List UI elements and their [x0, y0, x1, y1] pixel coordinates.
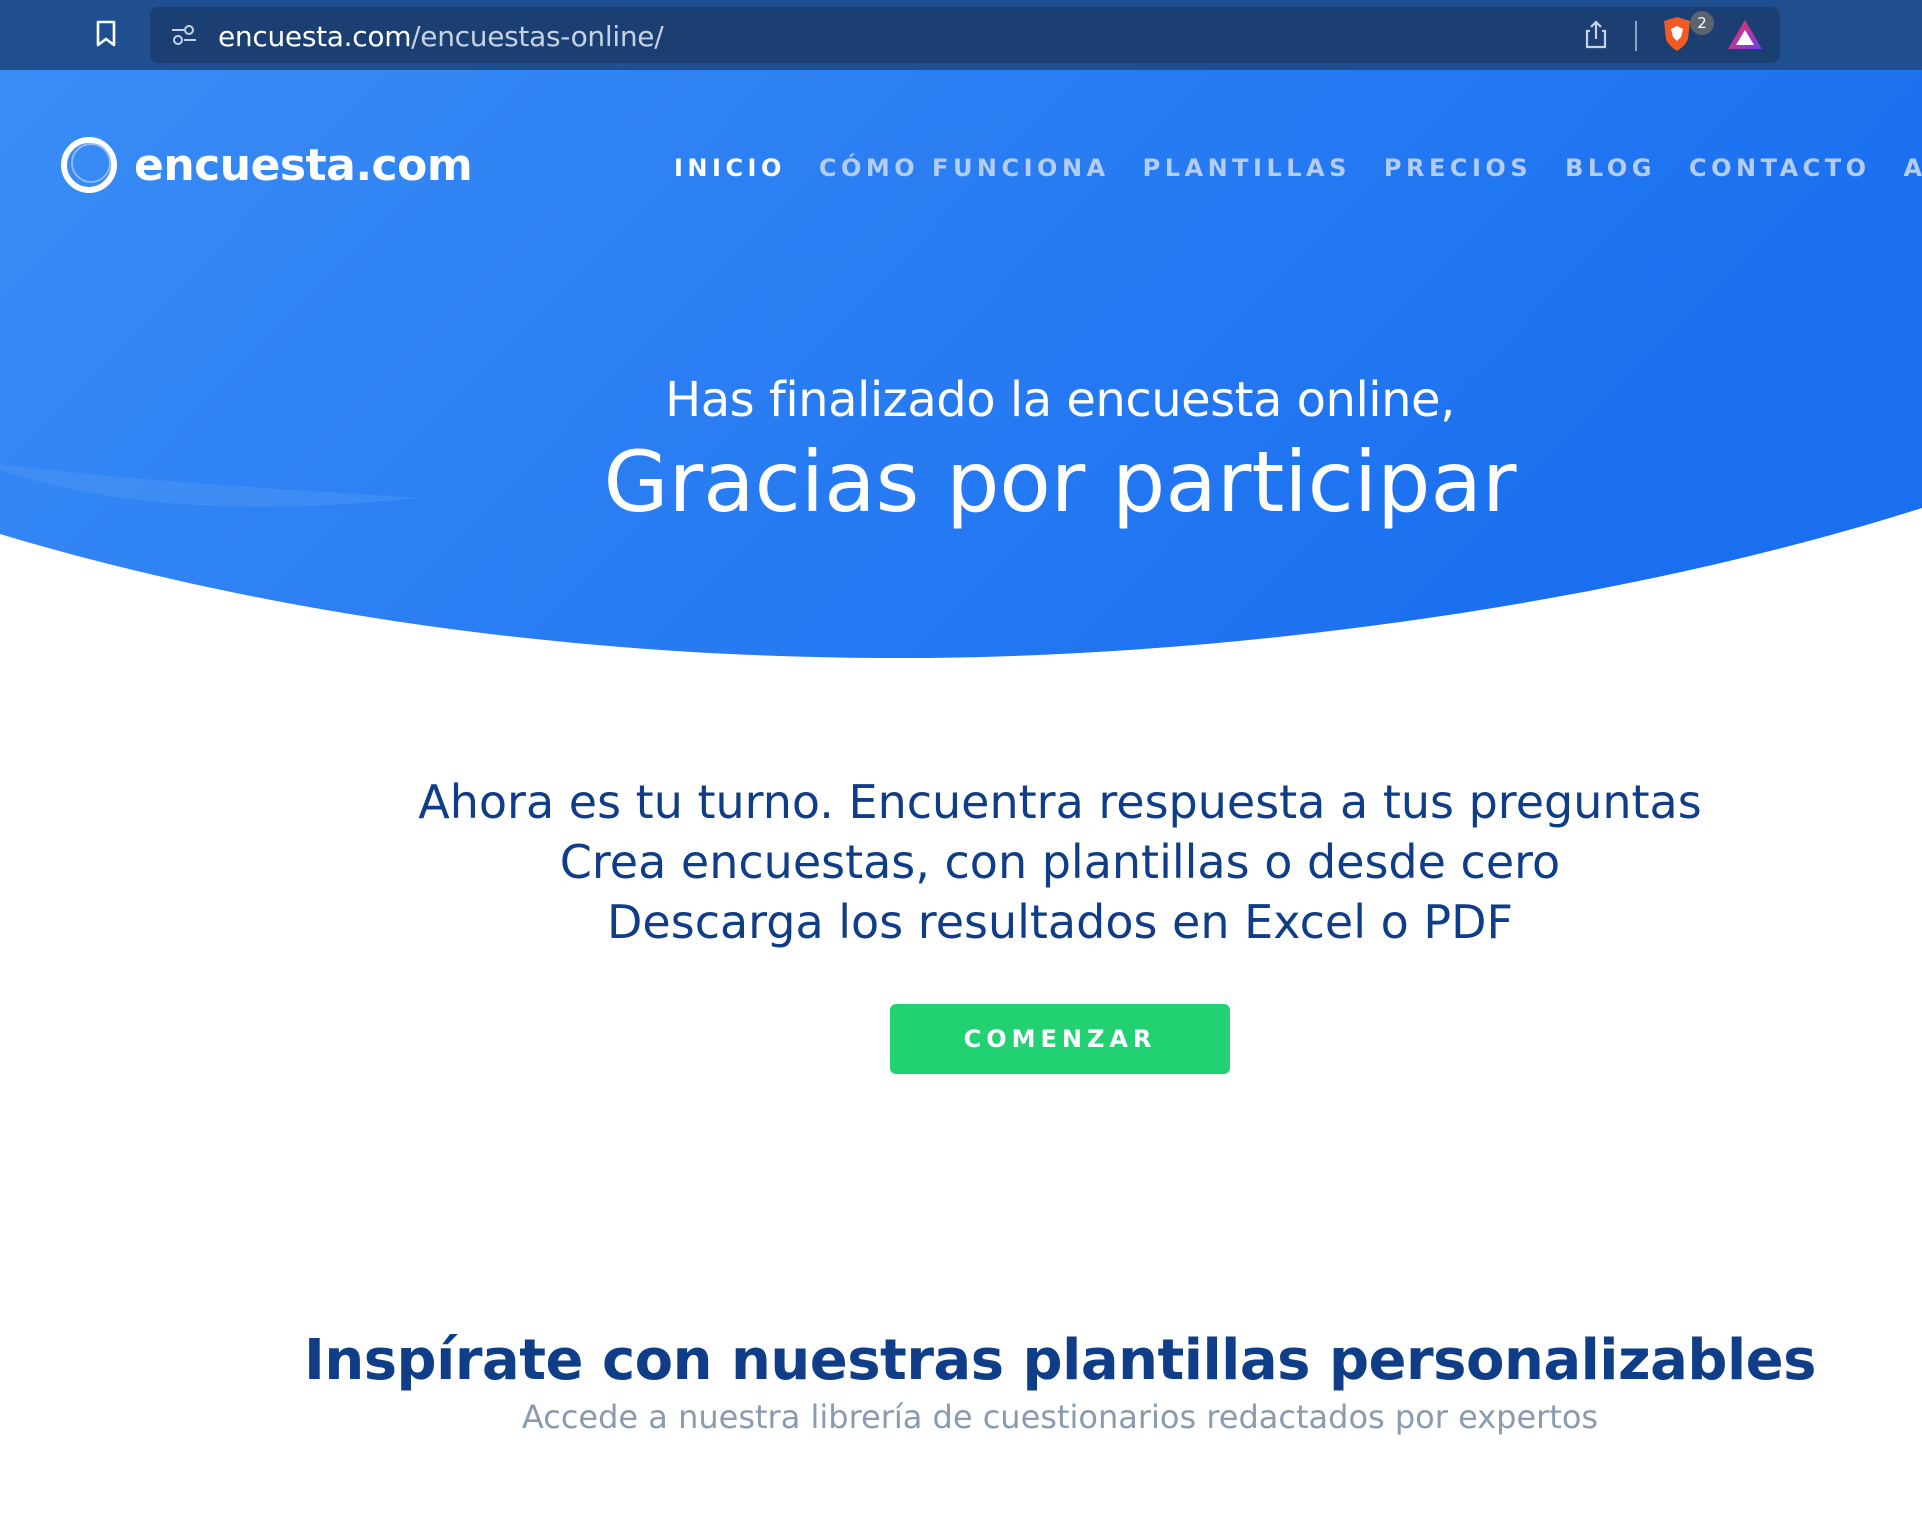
brave-rewards-icon[interactable] [1725, 17, 1765, 53]
logo-text: encuesta.com [134, 139, 473, 191]
brave-shield-icon[interactable]: 2 [1660, 11, 1714, 55]
address-bar[interactable]: encuesta.com/encuestas-online/ 2 [150, 7, 1780, 63]
nav-item-blog[interactable]: BLOG [1565, 154, 1656, 182]
url-host: encuesta.com [218, 20, 412, 53]
hero-section: encuesta.com INICIO CÓMO FUNCIONA PLANTI… [0, 70, 1922, 670]
templates-section-title: Inspírate con nuestras plantillas person… [304, 1328, 1816, 1393]
url-text[interactable]: encuesta.com/encuestas-online/ [218, 20, 664, 53]
logo-ring-icon [61, 137, 117, 193]
nav-item-plantillas[interactable]: PLANTILLAS [1143, 154, 1351, 182]
shield-count-badge: 2 [1690, 11, 1714, 35]
intro-line: Crea encuestas, con plantillas o desde c… [559, 835, 1561, 889]
browser-toolbar: encuesta.com/encuestas-online/ 2 [0, 0, 1922, 70]
start-button[interactable]: COMENZAR [890, 1004, 1230, 1074]
templates-section-subtitle: Accede a nuestra librería de cuestionari… [521, 1398, 1599, 1436]
nav-item-inicio[interactable]: INICIO [674, 154, 786, 182]
intro-line: Descarga los resultados en Excel o PDF [607, 895, 1513, 949]
hero-title: Gracias por participar [603, 433, 1517, 531]
bookmark-icon[interactable] [88, 16, 124, 52]
intro-text: Ahora es tu turno. Encuentra respuesta a… [0, 772, 1922, 952]
url-path: /encuestas-online/ [411, 20, 664, 53]
url-divider [1635, 21, 1637, 51]
hero-subtitle: Has finalizado la encuesta online, [665, 372, 1455, 428]
intro-line: Ahora es tu turno. Encuentra respuesta a… [418, 775, 1702, 829]
nav-item-precios[interactable]: PRECIOS [1384, 154, 1532, 182]
nav-item-acceso[interactable]: ACCE [1904, 154, 1922, 182]
share-icon[interactable] [1580, 19, 1612, 51]
main-nav: INICIO CÓMO FUNCIONA PLANTILLAS PRECIOS … [674, 154, 1922, 182]
nav-item-contacto[interactable]: CONTACTO [1689, 154, 1871, 182]
site-info-icon[interactable] [170, 23, 198, 47]
nav-item-como-funciona[interactable]: CÓMO FUNCIONA [819, 154, 1110, 182]
site-logo[interactable]: encuesta.com [58, 134, 473, 196]
